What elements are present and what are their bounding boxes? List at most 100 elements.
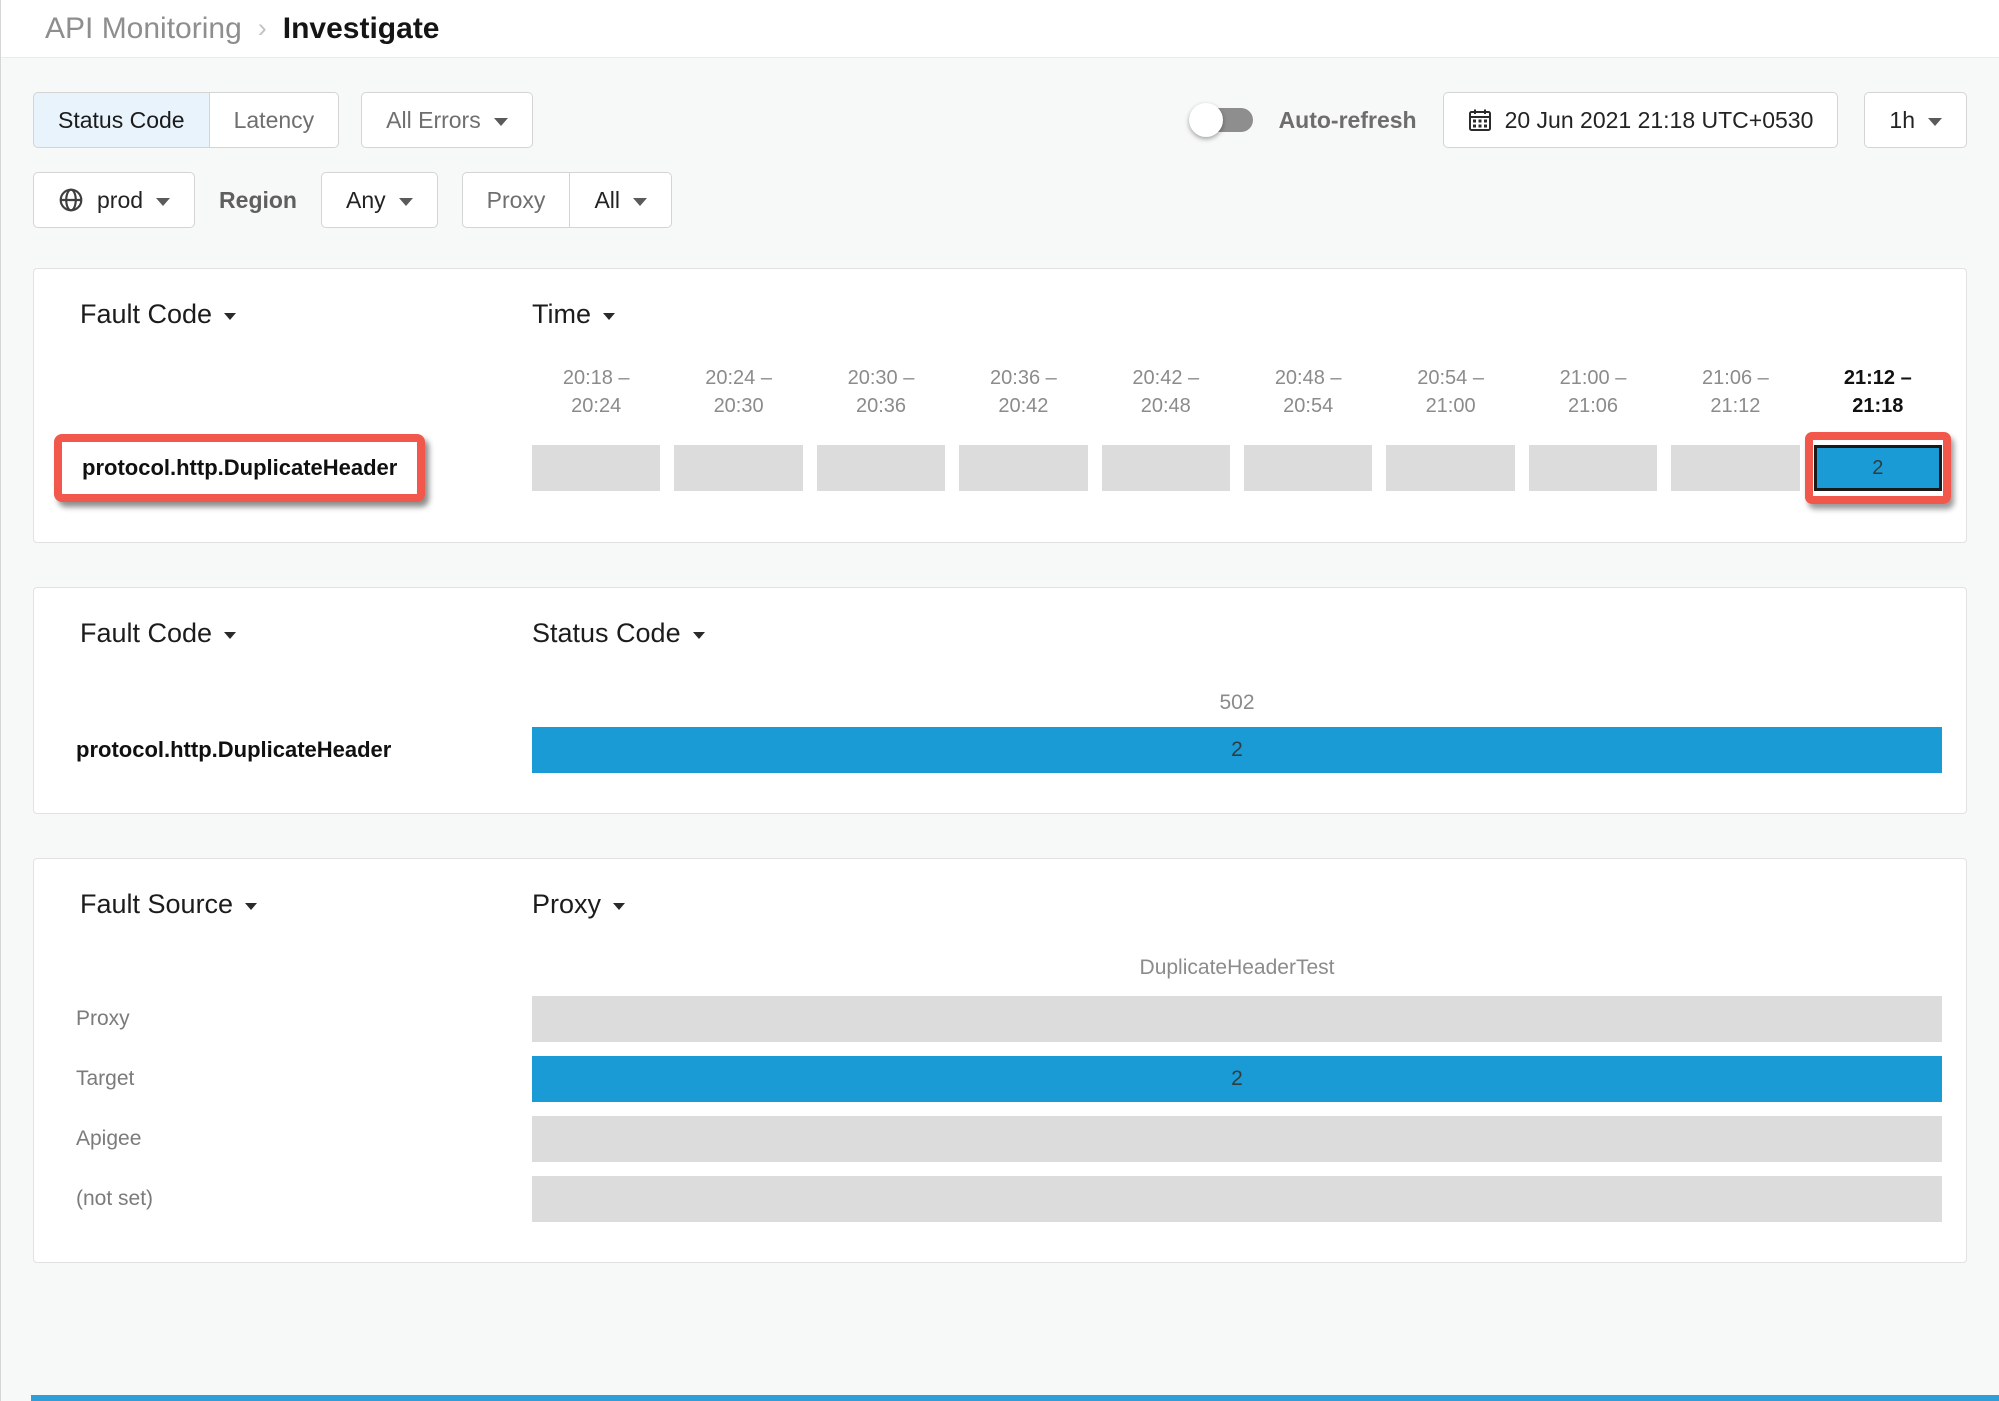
time-cell-selected[interactable]: 2 xyxy=(1814,445,1942,491)
fault-code-row-label: protocol.http.DuplicateHeader xyxy=(58,737,532,763)
chevron-down-icon xyxy=(603,313,615,320)
toolbar-right-group: Auto-refresh 20 Jun 2021 21:18 UTC+0530 … xyxy=(1193,92,1967,148)
fault-code-row: protocol.http.DuplicateHeader 2 xyxy=(58,434,1942,502)
fault-source-dimension-dropdown[interactable]: Fault Source xyxy=(80,889,257,920)
time-cell[interactable] xyxy=(1671,445,1799,491)
fault-source-row-label: Target xyxy=(58,1067,532,1091)
time-column-headers: 20:18 –20:24 20:24 –20:30 20:30 –20:36 2… xyxy=(58,364,1942,420)
chevron-down-icon xyxy=(224,313,236,320)
chevron-down-icon xyxy=(693,632,705,639)
main-content: Status Code Latency All Errors Auto-refr… xyxy=(1,58,1999,1263)
region-dropdown[interactable]: Any xyxy=(321,172,438,228)
proxy-filter-label: Proxy xyxy=(462,172,571,228)
panel-1-header: Fault Code Time xyxy=(58,299,1942,330)
status-code-dimension-label: Status Code xyxy=(532,618,681,649)
time-range-value: 1h xyxy=(1889,107,1915,134)
fault-source-row-proxy: Proxy xyxy=(58,996,1942,1042)
fault-code-dimension-dropdown[interactable]: Fault Code xyxy=(80,299,236,330)
proxy-filter-dropdown[interactable]: All xyxy=(570,172,672,228)
chevron-down-icon xyxy=(613,903,625,910)
time-cell[interactable] xyxy=(1386,445,1514,491)
datetime-picker-button[interactable]: 20 Jun 2021 21:18 UTC+0530 xyxy=(1443,92,1839,148)
fault-code-dimension-dropdown[interactable]: Fault Code xyxy=(80,618,236,649)
proxy-dimension-dropdown[interactable]: Proxy xyxy=(532,889,625,920)
fault-code-dimension-label: Fault Code xyxy=(80,299,212,330)
time-column-header: 20:48 –20:54 xyxy=(1244,364,1372,420)
fault-source-row-label: Proxy xyxy=(58,1007,532,1031)
breadcrumb-parent-link[interactable]: API Monitoring xyxy=(45,12,242,46)
panel-3-header: Fault Source Proxy xyxy=(58,889,1942,920)
time-column-header: 20:24 –20:30 xyxy=(674,364,802,420)
status-code-bar[interactable]: 2 xyxy=(532,727,1942,773)
time-column-header: 21:06 –21:12 xyxy=(1671,364,1799,420)
tab-status-code[interactable]: Status Code xyxy=(33,92,210,148)
calendar-icon xyxy=(1468,108,1492,132)
fault-code-row-label-highlighted[interactable]: protocol.http.DuplicateHeader xyxy=(54,434,425,502)
time-range-dropdown[interactable]: 1h xyxy=(1864,92,1967,148)
time-cell-selected-wrap: 2 xyxy=(1814,445,1942,491)
time-column-header: 20:18 –20:24 xyxy=(532,364,660,420)
api-monitoring-investigate-page: { "breadcrumb": { "parent": "API Monitor… xyxy=(0,0,1999,1401)
time-cell[interactable] xyxy=(1529,445,1657,491)
not-set-bar[interactable] xyxy=(532,1176,1942,1222)
breadcrumb: API Monitoring › Investigate xyxy=(1,0,1999,58)
auto-refresh-label: Auto-refresh xyxy=(1279,107,1417,134)
time-dimension-dropdown[interactable]: Time xyxy=(532,299,615,330)
toggle-knob xyxy=(1189,103,1223,137)
chevron-down-icon xyxy=(494,118,508,126)
time-column-header: 20:42 –20:48 xyxy=(1102,364,1230,420)
proxy-column-header: DuplicateHeaderTest xyxy=(532,956,1942,980)
fault-source-proxy-panel: Fault Source Proxy DuplicateHeaderTest P… xyxy=(33,858,1967,1263)
time-cell[interactable] xyxy=(817,445,945,491)
toolbar-row-1: Status Code Latency All Errors Auto-refr… xyxy=(33,92,1967,148)
time-column-header: 21:00 –21:06 xyxy=(1529,364,1657,420)
time-column-header: 20:30 –20:36 xyxy=(817,364,945,420)
metric-tab-group: Status Code Latency xyxy=(33,92,339,148)
panel-2-header: Fault Code Status Code xyxy=(58,618,1942,649)
target-bar[interactable]: 2 xyxy=(532,1056,1942,1102)
apigee-bar[interactable] xyxy=(532,1116,1942,1162)
chevron-down-icon xyxy=(245,903,257,910)
tab-latency[interactable]: Latency xyxy=(210,92,340,148)
time-cell[interactable] xyxy=(1102,445,1230,491)
chevron-down-icon xyxy=(633,198,647,206)
fault-source-row-label: Apigee xyxy=(58,1127,532,1151)
bottom-blue-strip xyxy=(31,1395,1999,1401)
proxy-bar[interactable] xyxy=(532,996,1942,1042)
proxy-filter-group: Proxy All xyxy=(462,172,672,228)
time-cell[interactable] xyxy=(1244,445,1372,491)
errors-filter-dropdown[interactable]: All Errors xyxy=(361,92,533,148)
chevron-down-icon xyxy=(1928,118,1942,126)
time-dimension-label: Time xyxy=(532,299,591,330)
environment-value: prod xyxy=(97,187,143,214)
chevron-down-icon xyxy=(224,632,236,639)
time-column-header: 20:54 –21:00 xyxy=(1386,364,1514,420)
fault-source-row-label: (not set) xyxy=(58,1187,532,1211)
globe-icon xyxy=(58,187,84,213)
errors-filter-value: All Errors xyxy=(386,107,481,134)
time-column-header-current: 21:12 –21:18 xyxy=(1814,364,1942,420)
fault-code-row: protocol.http.DuplicateHeader 2 xyxy=(58,727,1942,773)
fault-code-time-panel: Fault Code Time 20:18 –20:24 20:24 –20:3… xyxy=(33,268,1967,543)
toolbar-row-2: prod Region Any Proxy All xyxy=(33,172,1967,228)
fault-code-status-panel: Fault Code Status Code 502 protocol.http… xyxy=(33,587,1967,814)
region-value: Any xyxy=(346,187,386,214)
environment-dropdown[interactable]: prod xyxy=(33,172,195,228)
chevron-down-icon xyxy=(399,198,413,206)
proxy-filter-value: All xyxy=(594,187,620,214)
proxy-dimension-label: Proxy xyxy=(532,889,601,920)
time-cell[interactable] xyxy=(532,445,660,491)
auto-refresh-toggle[interactable] xyxy=(1193,108,1253,132)
time-cell[interactable] xyxy=(959,445,1087,491)
status-code-column-header: 502 xyxy=(532,691,1942,715)
datetime-value: 20 Jun 2021 21:18 UTC+0530 xyxy=(1505,107,1814,134)
status-code-dimension-dropdown[interactable]: Status Code xyxy=(532,618,705,649)
fault-source-dimension-label: Fault Source xyxy=(80,889,233,920)
region-label: Region xyxy=(219,187,297,214)
fault-source-row-not-set: (not set) xyxy=(58,1176,1942,1222)
fault-code-dimension-label: Fault Code xyxy=(80,618,212,649)
time-cell[interactable] xyxy=(674,445,802,491)
fault-source-row-target: Target 2 xyxy=(58,1056,1942,1102)
breadcrumb-separator-icon: › xyxy=(258,13,267,44)
chevron-down-icon xyxy=(156,198,170,206)
